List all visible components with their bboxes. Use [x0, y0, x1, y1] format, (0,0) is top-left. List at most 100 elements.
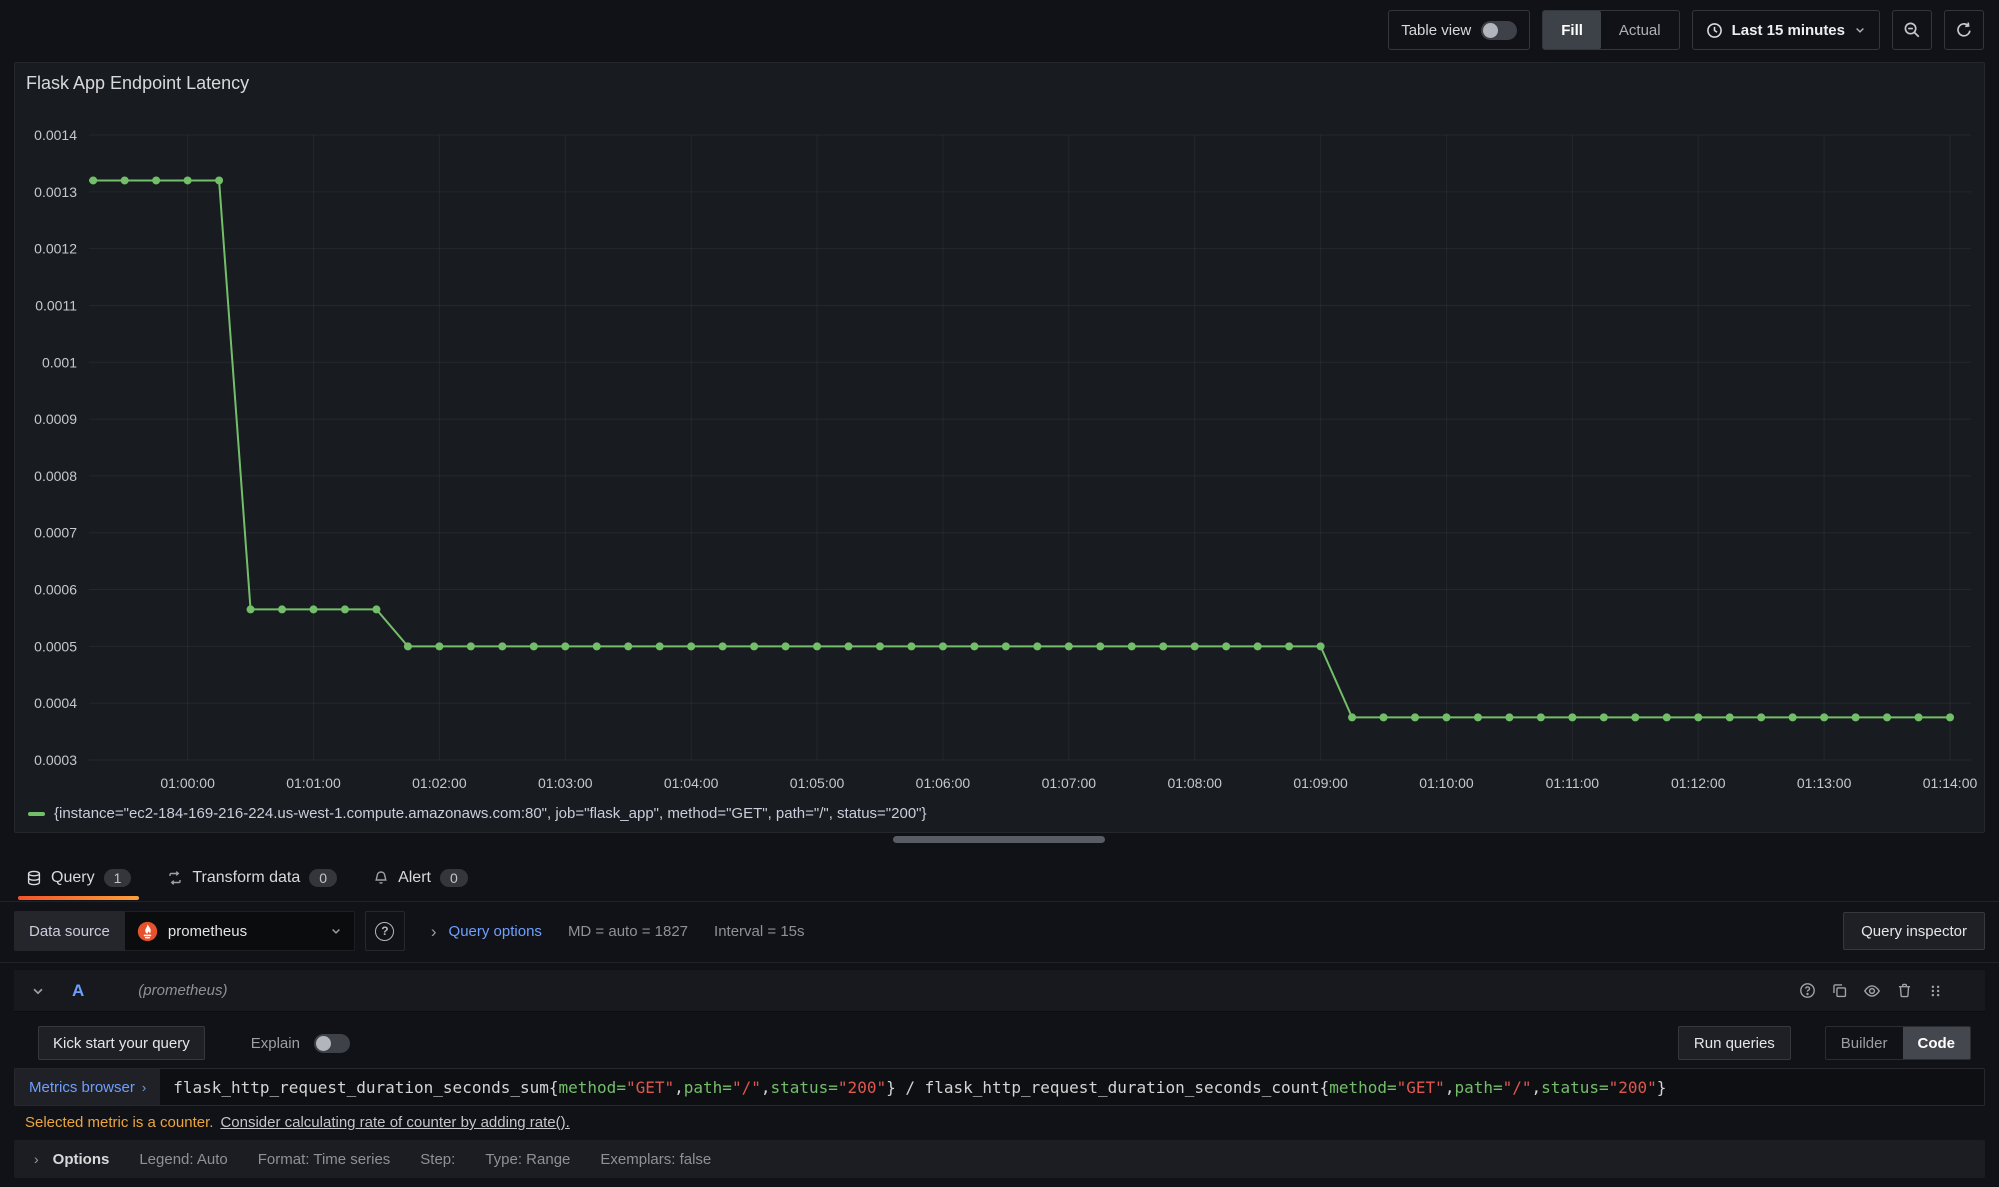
drag-handle-icon[interactable] — [1928, 983, 1943, 999]
svg-text:01:11:00: 01:11:00 — [1546, 775, 1600, 791]
promql-token: path= — [1454, 1078, 1502, 1097]
chevron-down-icon — [330, 925, 342, 937]
query-options-toggle[interactable]: › Query options — [431, 923, 542, 940]
chevron-right-icon: › — [142, 1080, 146, 1095]
actual-option[interactable]: Actual — [1601, 11, 1679, 49]
query-row-header: A (prometheus) — [14, 970, 1985, 1012]
metrics-browser-label: Metrics browser — [29, 1079, 135, 1096]
collapse-query-icon[interactable] — [31, 984, 45, 998]
fill-actual-switch: Fill Actual — [1542, 10, 1679, 50]
svg-text:01:05:00: 01:05:00 — [790, 775, 845, 791]
svg-text:0.0003: 0.0003 — [34, 752, 77, 768]
explain-label: Explain — [251, 1035, 300, 1052]
clock-icon — [1706, 22, 1723, 39]
svg-text:0.0007: 0.0007 — [34, 525, 77, 541]
run-queries-button[interactable]: Run queries — [1678, 1026, 1791, 1060]
zoom-out-button[interactable] — [1892, 10, 1932, 50]
svg-text:0.0008: 0.0008 — [34, 468, 77, 484]
chevron-down-icon — [1854, 24, 1866, 36]
datasource-help-button[interactable]: ? — [365, 911, 405, 951]
table-view-toggle[interactable] — [1481, 21, 1517, 40]
promql-token: , — [1445, 1078, 1455, 1097]
promql-token: } — [1657, 1078, 1667, 1097]
svg-text:0.0005: 0.0005 — [34, 638, 77, 654]
svg-text:01:09:00: 01:09:00 — [1293, 775, 1348, 791]
tab-alert-label: Alert — [398, 869, 431, 887]
tab-query[interactable]: Query 1 — [24, 856, 133, 900]
chart-legend[interactable]: {instance="ec2-184-169-216-224.us-west-1… — [28, 805, 927, 822]
promql-token: } / flask_http_request_duration_seconds_… — [886, 1078, 1329, 1097]
options-summary-item: Format: Time series — [258, 1151, 391, 1168]
options-summary-item: Step: — [420, 1151, 455, 1168]
tab-query-badge: 1 — [104, 869, 132, 887]
tab-transform-label: Transform data — [192, 869, 300, 887]
time-range-picker[interactable]: Last 15 minutes — [1692, 10, 1880, 50]
duplicate-query-icon[interactable] — [1831, 982, 1848, 999]
promql-editor-row: Metrics browser › flask_http_request_dur… — [14, 1068, 1985, 1106]
svg-text:01:02:00: 01:02:00 — [412, 775, 467, 791]
max-data-points-summary: MD = auto = 1827 — [568, 923, 688, 940]
svg-text:01:12:00: 01:12:00 — [1671, 775, 1726, 791]
tab-alert-badge: 0 — [440, 869, 468, 887]
svg-text:0.0014: 0.0014 — [34, 127, 77, 143]
query-ref-id[interactable]: A — [72, 981, 84, 1001]
add-rate-link[interactable]: Consider calculating rate of counter by … — [220, 1114, 569, 1131]
datasource-picker[interactable]: prometheus — [125, 911, 355, 951]
query-inspector-button[interactable]: Query inspector — [1843, 912, 1985, 950]
legend-series-label: {instance="ec2-184-169-216-224.us-west-1… — [54, 805, 927, 822]
options-expand[interactable]: › Options — [34, 1151, 109, 1168]
svg-text:01:14:00: 01:14:00 — [1923, 775, 1978, 791]
promql-expression-input[interactable]: flask_http_request_duration_seconds_sum{… — [160, 1069, 1984, 1105]
svg-text:01:03:00: 01:03:00 — [538, 775, 593, 791]
tab-transform-data[interactable]: Transform data 0 — [165, 856, 339, 900]
datasource-row: Data source prometheus ? › Query options… — [14, 911, 1985, 951]
options-summary: Legend: AutoFormat: Time seriesStep:Type… — [139, 1151, 711, 1168]
refresh-button[interactable] — [1944, 10, 1984, 50]
delete-query-icon[interactable] — [1896, 982, 1913, 999]
chevron-right-icon: › — [34, 1151, 39, 1167]
svg-text:0.0013: 0.0013 — [34, 184, 77, 200]
counter-warning: Selected metric is a counter. Consider ca… — [25, 1114, 570, 1131]
promql-token: path= — [684, 1078, 732, 1097]
horizontal-scrollbar[interactable] — [893, 836, 1105, 843]
query-help-icon[interactable] — [1799, 982, 1816, 999]
editor-tabs: Query 1 Transform data 0 Alert 0 — [24, 856, 470, 900]
interval-summary: Interval = 15s — [714, 923, 804, 940]
svg-text:01:10:00: 01:10:00 — [1419, 775, 1474, 791]
tab-alert[interactable]: Alert 0 — [371, 856, 470, 900]
svg-text:01:01:00: 01:01:00 — [286, 775, 341, 791]
svg-text:01:08:00: 01:08:00 — [1167, 775, 1222, 791]
explain-toggle[interactable] — [314, 1034, 350, 1053]
time-range-label: Last 15 minutes — [1732, 22, 1845, 39]
promql-token: , — [1532, 1078, 1542, 1097]
warning-text: Selected metric is a counter. — [25, 1114, 213, 1131]
options-label: Options — [53, 1151, 110, 1168]
panel-edit-toolbar: Table view Fill Actual Last 15 minutes — [1388, 10, 1984, 50]
latency-chart[interactable]: 01:00:0001:01:0001:02:0001:03:0001:04:00… — [15, 63, 1986, 801]
query-options-collapsed: › Options Legend: AutoFormat: Time serie… — [14, 1140, 1985, 1178]
svg-text:01:06:00: 01:06:00 — [916, 775, 971, 791]
prometheus-icon — [137, 921, 158, 942]
kick-start-query-button[interactable]: Kick start your query — [38, 1026, 205, 1060]
database-icon — [26, 870, 42, 886]
metrics-browser-button[interactable]: Metrics browser › — [15, 1069, 160, 1105]
table-view-label: Table view — [1401, 22, 1471, 39]
promql-token: status= — [1541, 1078, 1608, 1097]
editor-mode-switch: Builder Code — [1825, 1026, 1971, 1060]
divider — [0, 962, 1999, 963]
chevron-right-icon: › — [431, 923, 437, 940]
bell-icon — [373, 870, 389, 886]
builder-mode-option[interactable]: Builder — [1826, 1027, 1903, 1059]
timeseries-panel: Flask App Endpoint Latency 01:00:0001:01… — [14, 62, 1985, 833]
svg-text:0.0006: 0.0006 — [34, 582, 77, 598]
code-mode-option[interactable]: Code — [1903, 1027, 1971, 1059]
fill-option[interactable]: Fill — [1543, 11, 1601, 49]
svg-text:0.001: 0.001 — [42, 354, 77, 370]
promql-token: , — [674, 1078, 684, 1097]
svg-text:01:13:00: 01:13:00 — [1797, 775, 1852, 791]
svg-text:01:04:00: 01:04:00 — [664, 775, 719, 791]
query-row-actions — [1799, 982, 1943, 1000]
query-datasource-hint: (prometheus) — [138, 982, 227, 999]
toggle-visibility-icon[interactable] — [1863, 982, 1881, 1000]
tab-transform-badge: 0 — [309, 869, 337, 887]
